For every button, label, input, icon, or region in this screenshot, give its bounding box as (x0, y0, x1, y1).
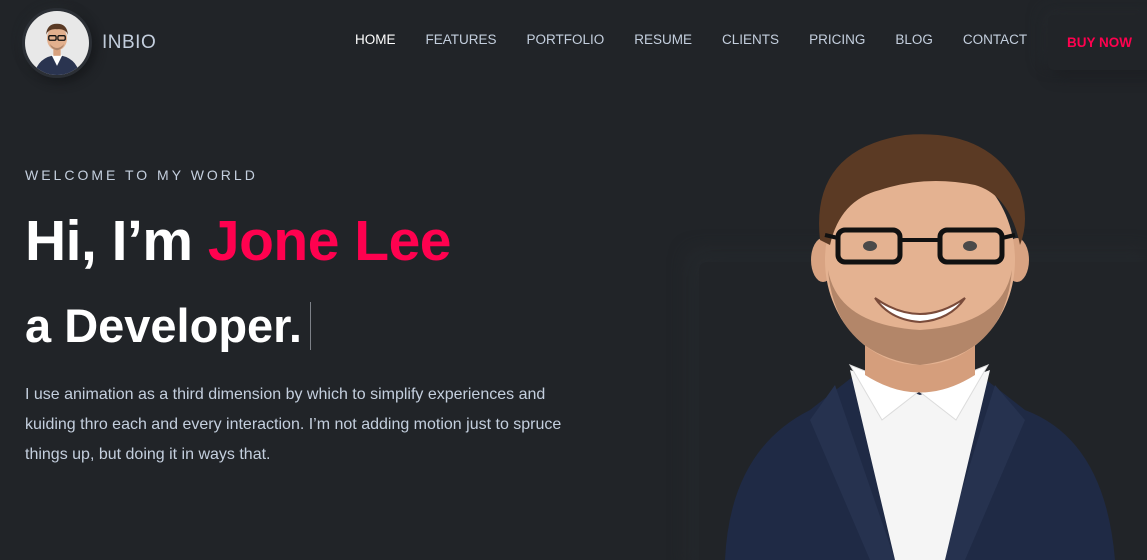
hero-role: a Developer. (25, 299, 302, 352)
hero-greeting: Hi, I’m (25, 209, 208, 273)
nav-item-features[interactable]: FEATURES (426, 32, 497, 47)
hero-subtitle: a Developer. (25, 298, 312, 353)
nav-item-pricing[interactable]: PRICING (809, 32, 865, 47)
nav-item-portfolio[interactable]: PORTFOLIO (527, 32, 605, 47)
nav-item-resume[interactable]: RESUME (634, 32, 692, 47)
nav-item-contact[interactable]: CONTACT (963, 32, 1027, 47)
hero-kicker: WELCOME TO MY WORLD (25, 167, 258, 183)
hero-name: Jone Lee (207, 209, 452, 273)
buy-now-button[interactable]: BUY NOW (1048, 15, 1147, 70)
nav-item-clients[interactable]: CLIENTS (722, 32, 779, 47)
portrait-photo (690, 120, 1147, 560)
avatar[interactable] (22, 8, 92, 78)
logo[interactable]: INBIO (22, 8, 156, 78)
brand-name[interactable]: INBIO (102, 32, 156, 54)
portrait-photo-icon (725, 134, 1115, 560)
main-nav: HOME FEATURES PORTFOLIO RESUME CLIENTS P… (355, 32, 1057, 47)
site-header: INBIO HOME FEATURES PORTFOLIO RESUME CLI… (0, 0, 1147, 84)
avatar-photo-icon (25, 11, 89, 75)
nav-item-blog[interactable]: BLOG (895, 32, 933, 47)
typing-cursor (309, 301, 312, 350)
hero-title: Hi, I’m Jone Lee (25, 208, 451, 274)
nav-item-home[interactable]: HOME (355, 32, 396, 47)
hero-description: I use animation as a third dimension by … (25, 386, 562, 463)
